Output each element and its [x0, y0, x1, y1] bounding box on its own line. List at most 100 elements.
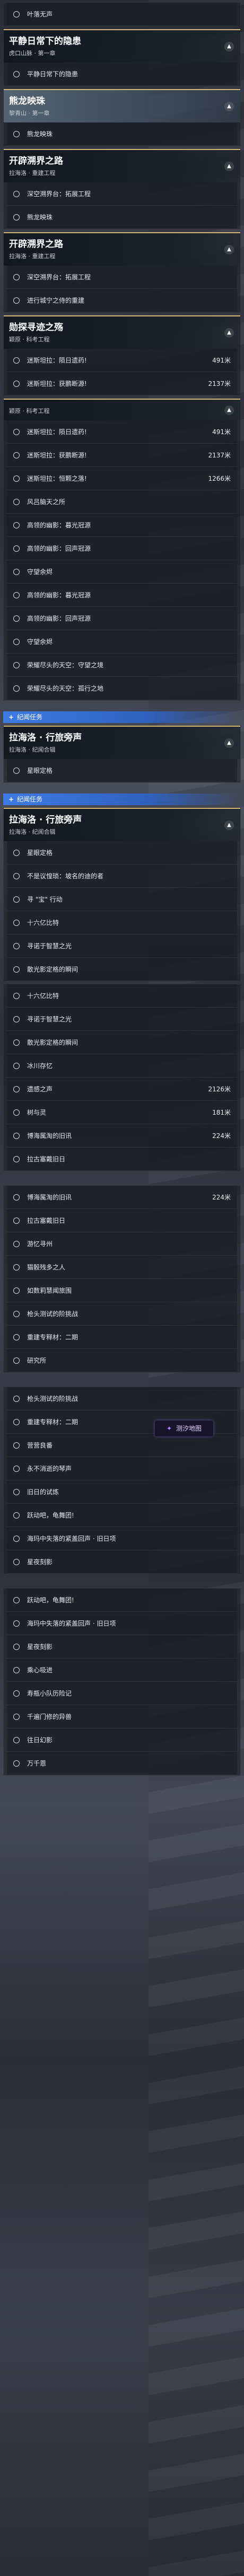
mission-item[interactable]: 跃动吧，龟舞团!	[7, 1589, 237, 1612]
mission-item[interactable]: 永不消逝的琴声	[7, 1457, 237, 1480]
section-tag-label: 纪闻任务	[17, 713, 43, 721]
mission-item[interactable]: 高领的幽影：回声冠源	[7, 607, 237, 630]
mission-item[interactable]: 高领的幽影：暮光冠源	[7, 514, 237, 537]
mission-item-label: 高领的幽影：暮光冠源	[27, 522, 91, 529]
mission-item-label: 高领的幽影：暮光冠源	[27, 592, 91, 599]
mission-item[interactable]: 拉古塞戴旧日	[7, 1148, 237, 1171]
mission-item-label: 拉古塞戴旧日	[27, 1217, 66, 1224]
mission-item[interactable]: 如数莉慧闻旅围	[7, 1279, 237, 1302]
mission-item[interactable]: 枪头测试的阶挑战	[7, 1387, 237, 1410]
mission-item[interactable]: 深空溯界台：拓展工程	[7, 266, 237, 289]
mission-item[interactable]: 星夜刻影	[7, 1635, 237, 1658]
radio-circle-icon	[13, 380, 20, 387]
mission-item[interactable]: 星眼定格	[7, 841, 237, 864]
mission-item[interactable]: 迷斯坦拉：获鹏断源! 2137米	[7, 372, 237, 395]
quest-item-group: 枪头测试的阶挑战 重建专释材：二期 营营良番 永不消逝的琴声 旧日的试炼 跃动吧，龟舞团!…	[3, 1387, 241, 1574]
mission-item[interactable]: 迷斯坦拉：陨日遗药! 491米	[7, 420, 237, 444]
mission-item[interactable]: 游忆寻州	[7, 1232, 237, 1256]
mission-item[interactable]: 寿瓶小队历险记	[7, 1682, 237, 1705]
chevron-up-icon[interactable]: ▲	[224, 161, 234, 171]
section-tag-side-quests[interactable]: + 纪闻任务	[3, 711, 241, 723]
mission-item[interactable]: 不是议惶琐：坡名的迪的者	[7, 864, 237, 888]
mission-item[interactable]: 跃动吧，龟舞团!	[7, 1504, 237, 1527]
mission-item[interactable]: 守望余烬	[7, 560, 237, 584]
mission-item[interactable]: 营营良番	[7, 1434, 237, 1457]
mission-item-label: 迷斯坦拉：获鹏断源!	[27, 380, 87, 387]
mission-item[interactable]: 乘心吸进	[7, 1658, 237, 1682]
mission-item[interactable]: 十六亿比特	[7, 911, 237, 934]
mission-item-label: 博海属淘的旧讯	[27, 1132, 72, 1140]
quest-title: 拉海洛 · 行旅旁声	[9, 733, 82, 743]
quest-panel-header[interactable]: 拉海洛 · 行旅旁声 拉海洛 · 纪闻合辑 ▲	[4, 726, 240, 759]
mission-item[interactable]: 遗感之声 2126米	[7, 1078, 237, 1101]
chevron-up-icon[interactable]: ▲	[224, 41, 234, 51]
mission-item[interactable]: 叶落无声	[7, 3, 237, 26]
chevron-up-icon[interactable]: ▲	[224, 328, 234, 338]
quest-panel: 平静日常下的隐患 虎口山脉 · 第一章 ▲ 平静日常下的隐患	[3, 29, 241, 86]
mission-item[interactable]: 寻 "宝" 行动	[7, 888, 237, 911]
mission-item[interactable]: 熊龙映珠	[7, 206, 237, 229]
mission-item[interactable]: 海玛中失落的紧盖回声 · 旧日项	[7, 1612, 237, 1635]
quest-panel-header[interactable]: 颖原 · 科考工程 ▲	[4, 399, 240, 420]
mission-item[interactable]: 进行城宁之侍的重建	[7, 289, 237, 312]
mission-item[interactable]: 荣耀尽头的天空：守望之境	[7, 654, 237, 677]
mission-item[interactable]: 星夜刻影	[7, 1550, 237, 1574]
quest-item-group: 十六亿比特 寻诺于智慧之光散光影定格的瞬间冰川存忆 遗感之声 2126米 树与灵 181米…	[3, 984, 241, 1171]
mission-item[interactable]: 迷斯坦拉：陨日遗药! 491米	[7, 349, 237, 372]
floating-map-badge[interactable]: ✦ 测汐地图	[155, 1421, 213, 1436]
chevron-up-icon[interactable]: ▲	[224, 820, 234, 830]
mission-item[interactable]: 风吕脑天之所	[7, 490, 237, 514]
mission-item[interactable]: 万千恩	[7, 1752, 237, 1775]
quest-panel-header[interactable]: 拉海洛 · 行旅旁声 拉海洛 · 纪闻合辑 ▲	[4, 808, 240, 841]
chevron-up-icon[interactable]: ▲	[224, 738, 234, 748]
mission-item[interactable]: 寻诺于智慧之光	[7, 934, 237, 958]
chevron-up-icon[interactable]: ▲	[224, 101, 234, 111]
quest-panel-header[interactable]: 开辟溯界之路 拉海洛 · 重建工程 ▲	[4, 232, 240, 266]
quest-panel-header[interactable]: 勋探寻迹之殇 颖原 · 科考工程 ▲	[4, 315, 240, 349]
mission-item[interactable]: 散光影定格的瞬间	[7, 1031, 237, 1054]
mission-item[interactable]: 千遍门修的异兽	[7, 1705, 237, 1728]
mission-item[interactable]: 枪头测试的阶挑战	[7, 1302, 237, 1326]
mission-item[interactable]: 树与灵 181米	[7, 1101, 237, 1124]
mission-item-label: 研究所	[27, 1357, 47, 1364]
mission-item[interactable]: 星眼定格	[7, 759, 237, 782]
chevron-up-icon[interactable]: ▲	[224, 244, 234, 254]
radio-circle-icon	[13, 1535, 20, 1542]
mission-item[interactable]: 拉古塞戴旧日	[7, 1209, 237, 1232]
mission-item[interactable]: 散光影定格的瞬间	[7, 958, 237, 981]
mission-item[interactable]: 高领的幽影：暮光冠源	[7, 584, 237, 607]
mission-item[interactable]: 重建专释材：二期	[7, 1326, 237, 1349]
mission-item-label: 进行城宁之侍的重建	[27, 297, 85, 304]
plus-icon: +	[8, 713, 14, 721]
radio-circle-icon	[13, 1736, 20, 1743]
mission-item[interactable]: 十六亿比特	[7, 984, 237, 1008]
quest-panel-header[interactable]: 平静日常下的隐患 虎口山脉 · 第一章 ▲	[4, 29, 240, 63]
quest-panel-header[interactable]: 熊龙映珠 黎青山 · 第一章 ▲	[4, 89, 240, 122]
quest-title: 开辟溯界之路	[9, 239, 63, 250]
mission-item[interactable]: 迷斯坦拉：恒颗之落! 1266米	[7, 467, 237, 490]
mission-item-label: 永不消逝的琴声	[27, 1465, 72, 1472]
quest-panel-header[interactable]: 开辟溯界之路 拉海洛 · 重建工程 ▲	[4, 149, 240, 182]
mission-item[interactable]: 博海属淘的旧讯 224米	[7, 1124, 237, 1148]
mission-distance: 2126米	[208, 1086, 231, 1093]
mission-item[interactable]: 海玛中失落的紧盖回声 · 旧日项	[7, 1527, 237, 1550]
mission-item[interactable]: 猫骰残多之人	[7, 1256, 237, 1279]
radio-circle-icon	[13, 1620, 20, 1627]
mission-item[interactable]: 研究所	[7, 1349, 237, 1372]
section-tag-side-quests[interactable]: + 纪闻任务	[3, 793, 241, 805]
mission-item[interactable]: 荣耀尽头的天空：孤行之地	[7, 677, 237, 700]
mission-item[interactable]: 高领的幽影：回声冠源	[7, 537, 237, 560]
chevron-up-icon[interactable]: ▲	[224, 405, 234, 415]
mission-item[interactable]: 旧日的试炼	[7, 1480, 237, 1504]
mission-item[interactable]: 博海属淘的旧讯 224米	[7, 1186, 237, 1209]
mission-item[interactable]: 寻诺于智慧之光	[7, 1008, 237, 1031]
mission-item[interactable]: 平静日常下的隐患	[7, 63, 237, 86]
mission-item[interactable]: 往日幻影	[7, 1728, 237, 1752]
mission-item[interactable]: 熊龙映珠	[7, 122, 237, 146]
mission-item[interactable]: 守望余烬	[7, 630, 237, 654]
mission-item[interactable]: 迷斯坦拉：获鹏断源! 2137米	[7, 444, 237, 467]
mission-item-label: 散光影定格的瞬间	[27, 1039, 79, 1046]
mission-item[interactable]: 冰川存忆	[7, 1054, 237, 1078]
mission-item[interactable]: 深空溯界台：拓展工程	[7, 182, 237, 206]
mission-item-label: 万千恩	[27, 1760, 47, 1767]
